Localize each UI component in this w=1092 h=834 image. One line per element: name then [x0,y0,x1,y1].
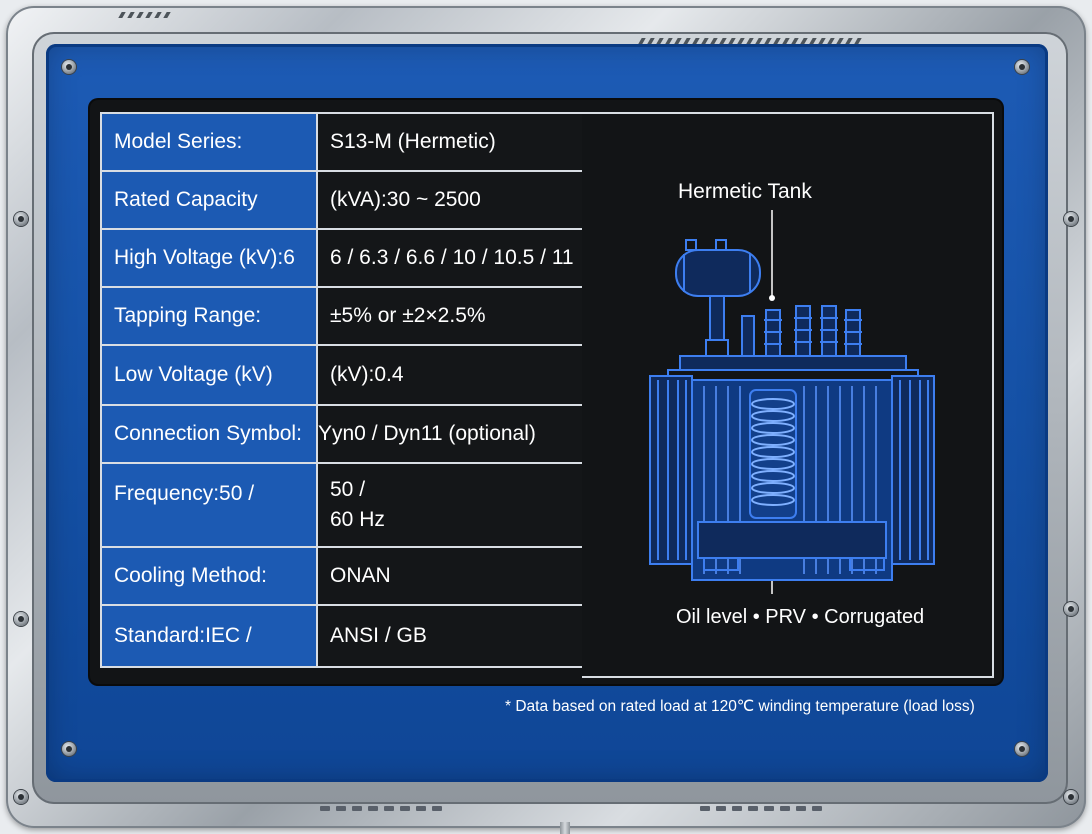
top-left-vent [118,12,171,18]
spec-value-frequency: 50 / 60 Hz [316,462,588,548]
illustration-panel: Hermetic Tank Oil level • PRV • Corrugat… [582,112,994,678]
spec-label-high-voltage: High Voltage (kV):6 [100,228,318,288]
table-row: Tapping Range: ±5% or ±2×2.5% [100,286,588,346]
spec-value-high-voltage: 6 / 6.3 / 6.6 / 10 / 10.5 / 11 [316,228,588,288]
spec-table: Model Series: S13-M (Hermetic) Rated Cap… [100,112,588,668]
screw-icon [14,612,28,626]
table-row: Low Voltage (kV) (kV):0.4 [100,344,588,406]
screw-icon [1064,602,1078,616]
table-row: Standard:IEC / ANSI / GB [100,604,588,668]
spec-label-low-voltage: Low Voltage (kV) [100,344,318,406]
illustration-caption: Oil level • PRV • Corrugated [676,606,925,628]
mounting-post [560,822,570,834]
screw-icon [62,60,76,74]
spec-label-standard: Standard:IEC / [100,604,318,668]
spec-value-model-series: S13-M (Hermetic) [316,112,588,172]
screw-icon [1015,742,1029,756]
frequency-value-line1: 50 / [330,478,366,501]
spec-value-low-voltage: (kV):0.4 [316,344,588,406]
table-row: Frequency:50 / 50 / 60 Hz [100,462,588,548]
transformer-blueprint-icon [649,210,935,594]
spec-value-connection-symbol: Yyn0 / Dyn11 (optional) [316,404,588,464]
screw-icon [1064,212,1078,226]
spec-value-rated-capacity: (kVA):30 ~ 2500 [316,170,588,230]
table-row: Cooling Method: ONAN [100,546,588,606]
screw-icon [14,790,28,804]
spec-value-cooling-method: ONAN [316,546,588,606]
table-row: Connection Symbol: Yyn0 / Dyn11 (optiona… [100,404,588,464]
table-row: Rated Capacity (kVA):30 ~ 2500 [100,170,588,230]
spec-label-connection-symbol: Connection Symbol: [100,404,318,464]
screw-icon [1015,60,1029,74]
screw-icon [62,742,76,756]
bottom-right-vent [700,806,822,812]
footnote: * Data based on rated load at 120℃ windi… [505,698,975,715]
spec-label-tapping-range: Tapping Range: [100,286,318,346]
table-row: Model Series: S13-M (Hermetic) [100,112,588,172]
spec-label-rated-capacity: Rated Capacity [100,170,318,230]
spec-label-cooling-method: Cooling Method: [100,546,318,606]
spec-value-standard: ANSI / GB [316,604,588,668]
bottom-left-vent [320,806,442,812]
frequency-value-line2: 60 Hz [330,508,385,531]
spec-label-frequency: Frequency:50 / [100,462,318,548]
screw-icon [14,212,28,226]
table-row: High Voltage (kV):6 6 / 6.3 / 6.6 / 10 /… [100,228,588,288]
spec-label-model-series: Model Series: [100,112,318,172]
spec-value-tapping-range: ±5% or ±2×2.5% [316,286,588,346]
screw-icon [1064,790,1078,804]
